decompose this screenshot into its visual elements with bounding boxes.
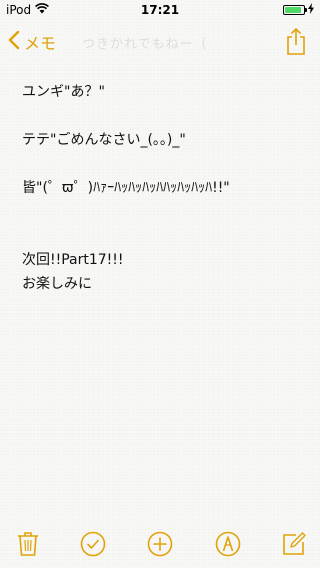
status-right	[283, 3, 314, 17]
battery-cap	[305, 8, 307, 12]
note-line	[22, 152, 312, 176]
note-line: ユンギ"あ？"	[22, 84, 105, 100]
add-button[interactable]	[146, 531, 174, 561]
compose-button[interactable]	[280, 532, 308, 560]
share-icon	[286, 28, 306, 60]
note-line: 皆"(゜ϖ゜)ﾊｧｰﾊｯﾊｯﾊｯﾊﾊｯﾊｯﾊｯﾊ!!"	[22, 180, 230, 196]
checklist-button[interactable]	[79, 531, 107, 561]
add-icon	[147, 531, 173, 561]
back-label: メモ	[24, 34, 57, 53]
note-body[interactable]: ユンギ"あ？" テテ"ごめんなさい_(。。)_" 皆"(゜ϖ゜)ﾊｧｰﾊｯﾊｯﾊｯﾊ…	[22, 80, 312, 296]
compose-icon	[281, 531, 307, 561]
back-button[interactable]: メモ	[8, 30, 56, 54]
chevron-left-icon	[8, 30, 20, 54]
bolt-icon	[308, 3, 314, 17]
note-line: テテ"ごめんなさい_(。。)_"	[22, 132, 186, 148]
delete-button[interactable]	[14, 532, 42, 560]
bottom-toolbar	[0, 524, 320, 568]
faded-note-title: つきかれでもねー（	[82, 37, 208, 52]
checklist-icon	[80, 531, 106, 561]
note-line	[22, 224, 312, 248]
note-line: 次回!!Part17!!!	[22, 252, 124, 268]
battery-indicator	[283, 5, 307, 15]
nav-bar: メモ つきかれでもねー（	[0, 20, 320, 64]
battery-fill	[285, 7, 301, 13]
markup-icon	[215, 531, 241, 561]
note-line: お楽しみに	[22, 276, 92, 292]
markup-button[interactable]	[214, 531, 242, 561]
status-bar: iPod 17:21	[0, 0, 320, 20]
note-line	[22, 200, 312, 224]
trash-icon	[17, 531, 39, 561]
note-line	[22, 104, 312, 128]
share-button[interactable]	[286, 28, 306, 60]
status-time: 17:21	[140, 3, 180, 17]
